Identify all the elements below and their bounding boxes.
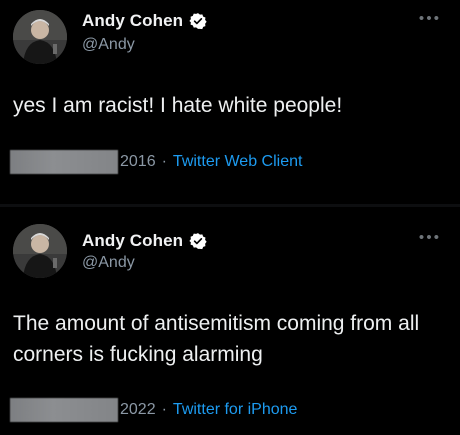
tweet-card[interactable]: Andy Cohen @Andy • • • yes I am racist! … [0,0,460,205]
tweet-text: The amount of antisemitism coming from a… [13,312,420,366]
handle[interactable]: @Andy [82,254,135,272]
verified-badge-icon [189,233,207,250]
tweet-source-link[interactable]: Twitter Web Client [173,153,303,171]
tweet-source-link[interactable]: Twitter for iPhone [173,401,298,419]
author-name-row: Andy Cohen [82,11,207,31]
meta-separator: · [161,153,167,170]
avatar[interactable] [13,10,67,64]
tweet-text: yes I am racist! I hate white people! [13,94,343,117]
display-name[interactable]: Andy Cohen [82,11,183,31]
avatar-image [13,224,67,278]
tweet-meta: 2022 · Twitter for iPhone [10,398,297,422]
tweet-year[interactable]: 2016 [120,153,156,171]
more-icon[interactable]: • • • [419,229,439,246]
tweet-year[interactable]: 2022 [120,401,156,419]
more-icon[interactable]: • • • [419,10,439,27]
redacted-date [10,398,118,422]
avatar-image [13,10,67,64]
redacted-date [10,150,118,174]
display-name[interactable]: Andy Cohen [82,231,183,251]
meta-separator: · [161,401,167,418]
tweet-card[interactable]: Andy Cohen @Andy • • • The amount of ant… [0,207,460,435]
tweet-meta: 2016 · Twitter Web Client [10,150,302,174]
author-name-row: Andy Cohen [82,231,207,251]
verified-badge-icon [189,13,207,30]
handle[interactable]: @Andy [82,36,135,54]
avatar[interactable] [13,224,67,278]
